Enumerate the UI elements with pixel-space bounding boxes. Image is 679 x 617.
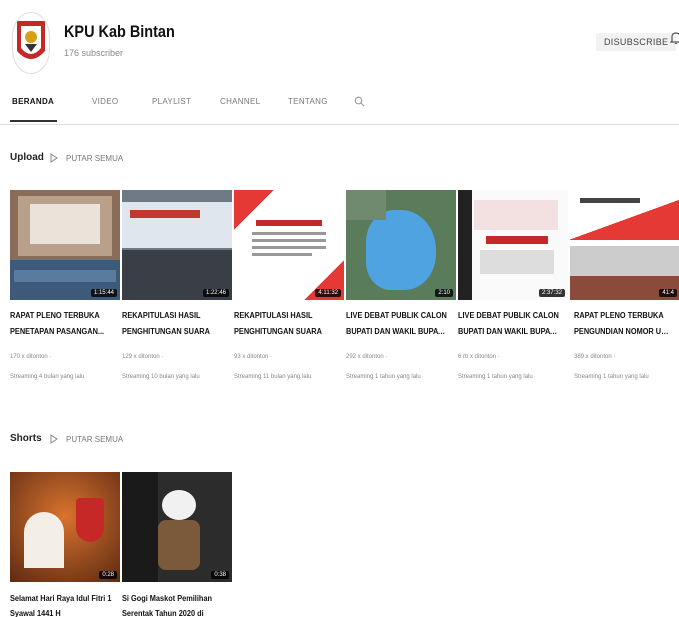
video-time: Streaming 1 tahun yang lalu [574, 374, 649, 380]
shorts-section-title: Shorts [10, 433, 42, 444]
video-duration: 2:10 [435, 289, 453, 297]
video-title[interactable]: REKAPITULASI HASIL [122, 309, 225, 322]
tab-tentang[interactable]: TENTANG [288, 97, 328, 106]
subscribe-button[interactable]: DISUBSCRIBE [596, 33, 677, 51]
channel-tabs: BERANDA VIDEO PLAYLIST CHANNEL TENTANG [0, 94, 679, 124]
video-title-line2[interactable]: PENGHITUNGAN SUARA [122, 325, 225, 338]
video-views: 129 x ditonton · [122, 354, 164, 360]
active-tab-indicator [10, 120, 57, 122]
channel-avatar[interactable] [12, 12, 50, 74]
play-all-label: PUTAR SEMUA [66, 153, 124, 163]
bell-icon[interactable] [670, 31, 679, 45]
video-thumbnail[interactable]: 4:11:32 [234, 190, 344, 300]
play-all-label: PUTAR SEMUA [66, 434, 124, 444]
video-time: Streaming 1 tahun yang lalu [458, 374, 533, 380]
video-title[interactable]: REKAPITULASI HASIL [234, 309, 337, 322]
video-views: 170 x ditonton · [10, 354, 52, 360]
video-title-line2[interactable]: PENGHITUNGAN SUARA [234, 325, 337, 338]
video-title[interactable]: LIVE DEBAT PUBLIK CALON [458, 309, 561, 322]
shorts-play-all-button[interactable]: PUTAR SEMUA [50, 434, 123, 444]
video-views: 389 x ditonton · [574, 354, 616, 360]
short-duration: 0:28 [99, 571, 117, 579]
video-title-line2[interactable]: PENETAPAN PASANGAN... [10, 325, 113, 338]
video-thumbnail[interactable]: 2:37:32 [458, 190, 568, 300]
video-time: Streaming 11 bulan yang lalu [234, 374, 312, 380]
video-time: Streaming 4 bulan yang lalu [10, 374, 85, 380]
video-thumbnail[interactable]: 1:22:46 [122, 190, 232, 300]
play-icon [50, 153, 58, 163]
upload-play-all-button[interactable]: PUTAR SEMUA [50, 153, 123, 163]
video-views: 6 rb x ditonton · [458, 354, 500, 360]
video-title-line2[interactable]: BUPATI DAN WAKIL BUPATI... [458, 325, 561, 338]
short-title-line2[interactable]: Syawal 1441 H [10, 607, 116, 617]
search-icon[interactable] [354, 96, 365, 107]
short-title[interactable]: Si Gogi Maskot Pemilihan [122, 592, 228, 605]
short-title[interactable]: Selamat Hari Raya Idul Fitri 1 [10, 592, 116, 605]
video-title[interactable]: RAPAT PLENO TERBUKA [574, 309, 671, 322]
video-duration: 2:37:32 [538, 289, 565, 297]
kpu-logo-icon [17, 21, 45, 59]
video-title-line2[interactable]: BUPATI DAN WAKIL BUPATI... [346, 325, 449, 338]
video-views: 292 x ditonton · [346, 354, 388, 360]
play-icon [50, 434, 58, 444]
tabs-divider [0, 124, 679, 125]
tab-playlist[interactable]: PLAYLIST [152, 97, 191, 106]
video-title[interactable]: LIVE DEBAT PUBLIK CALON [346, 309, 449, 322]
tab-channel[interactable]: CHANNEL [220, 97, 260, 106]
video-title[interactable]: RAPAT PLENO TERBUKA [10, 309, 113, 322]
short-title-line2[interactable]: Serentak Tahun 2020 di [122, 607, 228, 617]
short-thumbnail[interactable]: 0:28 [10, 472, 120, 582]
upload-section-title: Upload [10, 152, 44, 163]
video-thumbnail[interactable]: 41:4 [570, 190, 679, 300]
video-duration: 1:22:46 [202, 289, 229, 297]
video-duration: 1:15:44 [90, 289, 117, 297]
video-time: Streaming 10 bulan yang lalu [122, 374, 200, 380]
tab-beranda[interactable]: BERANDA [12, 97, 54, 106]
video-duration: 4:11:32 [315, 289, 341, 297]
channel-name[interactable]: KPU Kab Bintan [64, 22, 175, 42]
short-thumbnail[interactable]: 0:38 [122, 472, 232, 582]
video-time: Streaming 1 tahun yang lalu [346, 374, 421, 380]
video-views: 93 x ditonton · [234, 354, 273, 360]
video-title-line2[interactable]: PENGUNDIAN NOMOR URU... [574, 325, 671, 338]
tab-video[interactable]: VIDEO [92, 97, 118, 106]
short-duration: 0:38 [211, 571, 229, 579]
video-duration: 41:4 [659, 289, 677, 297]
subscriber-count: 176 subscriber [64, 48, 124, 58]
video-thumbnail[interactable]: 2:10 [346, 190, 456, 300]
video-thumbnail[interactable]: 1:15:44 [10, 190, 120, 300]
